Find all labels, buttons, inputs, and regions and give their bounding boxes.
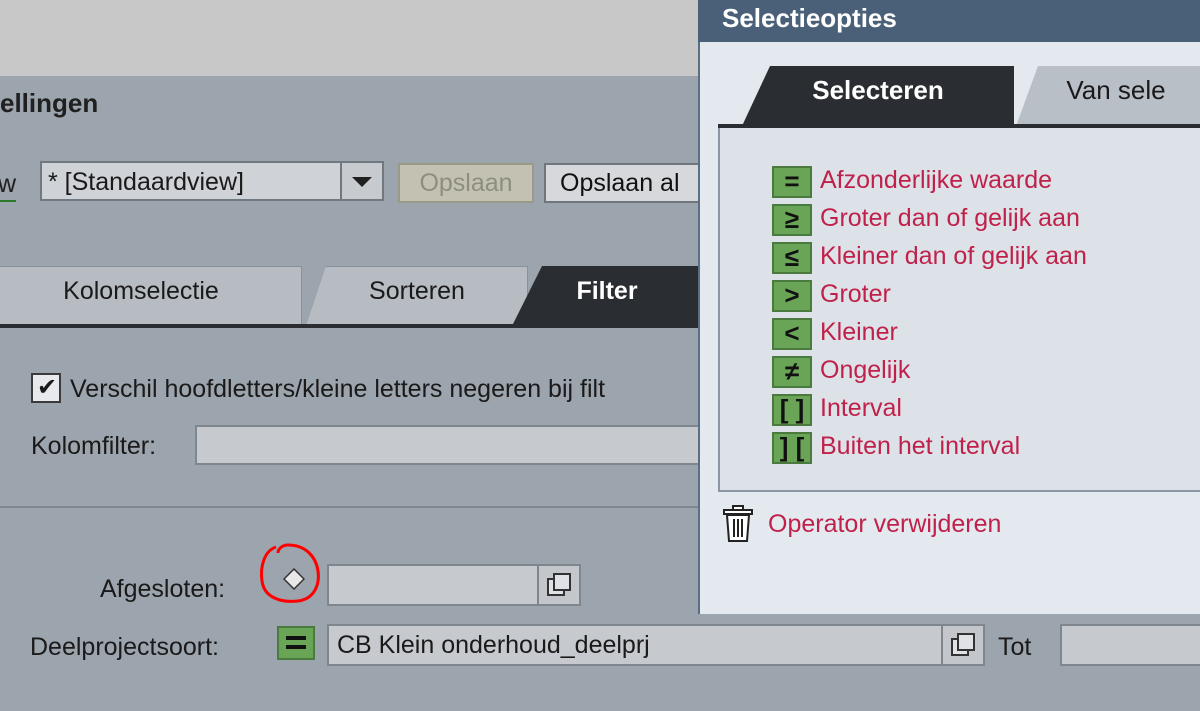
operator-label: Ongelijk: [820, 356, 911, 384]
operator-label: Afzonderlijke waarde: [820, 166, 1053, 194]
tab-label: Kolomselectie: [63, 277, 219, 305]
tab-label: Sorteren: [369, 277, 465, 305]
dialog-titlebar: [0, 76, 700, 130]
less-equal-icon: ≤: [772, 242, 812, 274]
dialog-title: ellingen: [0, 88, 99, 118]
filter-panel: [0, 328, 700, 508]
operator-diamond-icon[interactable]: [283, 568, 305, 590]
popup-title: Selectieopties: [722, 3, 897, 33]
deelprojectsoort-label: Deelprojectsoort:: [30, 633, 219, 661]
window-top-area: [0, 0, 700, 76]
tab-kolomselectie[interactable]: Kolomselectie: [0, 266, 302, 326]
operator-list: = Afzonderlijke waarde ≥ Groter dan of g…: [718, 128, 1200, 492]
tab-selecteren[interactable]: Selecteren: [742, 66, 1014, 126]
operator-label: Groter dan of gelijk aan: [820, 204, 1080, 232]
afgesloten-input[interactable]: [327, 564, 581, 606]
save-as-button[interactable]: Opslaan al: [544, 163, 714, 203]
operator-label: Buiten het interval: [820, 432, 1021, 460]
operator-label: Kleiner: [820, 318, 898, 346]
view-select-value: * [Standaardview]: [48, 168, 244, 196]
tab-label: Van sele: [1066, 75, 1166, 105]
selection-options-popup: Selectieopties Selecteren Van sele = Afz…: [698, 0, 1200, 711]
operator-label: Kleiner dan of gelijk aan: [820, 242, 1087, 270]
less-icon: <: [772, 318, 812, 350]
afgesloten-label: Afgesloten:: [100, 575, 226, 603]
interval-icon: [ ]: [772, 394, 812, 426]
case-insensitive-checkbox[interactable]: ✔: [31, 373, 61, 403]
greater-icon: >: [772, 280, 812, 312]
column-filter-label: Kolomfilter:: [31, 432, 157, 460]
operator-label: Interval: [820, 394, 902, 422]
tab-label: Filter: [576, 277, 638, 305]
trash-icon[interactable]: [722, 505, 754, 543]
chevron-down-icon[interactable]: [340, 163, 382, 199]
greater-equal-icon: ≥: [772, 204, 812, 236]
case-insensitive-label: Verschil hoofdletters/kleine letters neg…: [70, 375, 606, 403]
equals-icon: =: [772, 166, 812, 198]
equals-icon[interactable]: [277, 626, 315, 660]
tab-filter[interactable]: Filter: [512, 266, 702, 326]
outside-interval-icon: ] [: [772, 432, 812, 464]
remove-operator-link[interactable]: Operator verwijderen: [768, 510, 1001, 539]
column-filter-input[interactable]: [195, 425, 705, 465]
tab-sorteren[interactable]: Sorteren: [306, 266, 528, 326]
popup-header: Selectieopties: [698, 0, 1200, 42]
save-button[interactable]: Opslaan: [398, 163, 534, 203]
tab-label: Selecteren: [812, 75, 944, 105]
view-label[interactable]: w: [0, 170, 17, 202]
checkmark-icon: ✔: [37, 374, 58, 401]
operator-label: Groter: [820, 280, 891, 308]
value-help-icon[interactable]: [537, 566, 579, 604]
tab-van-selectie[interactable]: Van sele: [1016, 66, 1200, 126]
not-equal-icon: ≠: [772, 356, 812, 388]
view-select[interactable]: * [Standaardview]: [40, 161, 384, 201]
deelprojectsoort-value: CB Klein onderhoud_deelprj: [337, 631, 650, 659]
